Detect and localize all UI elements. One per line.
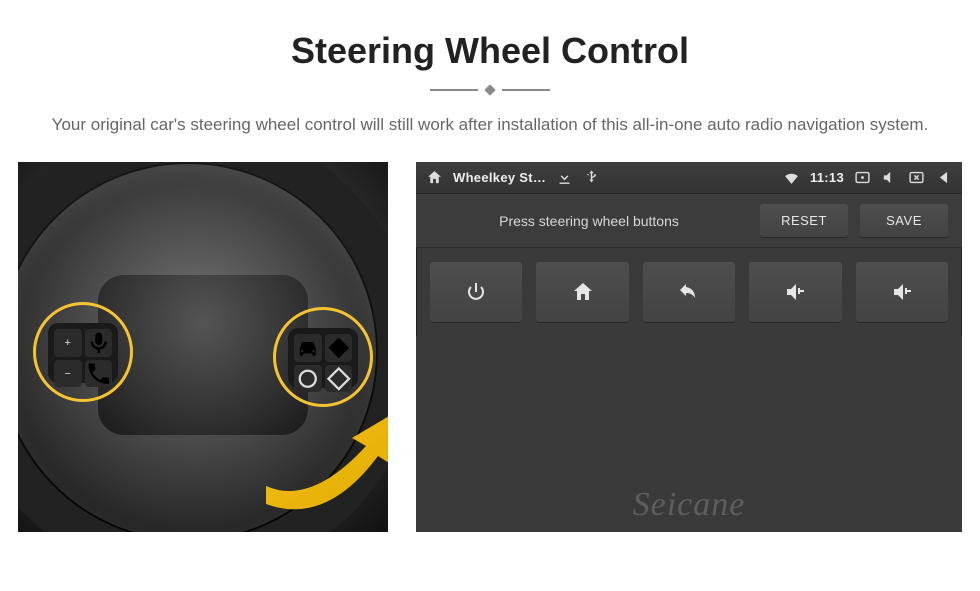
back-nav-icon[interactable] <box>935 169 952 186</box>
right-button-pad-callout <box>273 307 373 407</box>
wheelkey-function-row <box>416 248 962 336</box>
home-icon <box>571 280 595 304</box>
android-status-bar: Wheelkey St… 11:13 <box>416 162 962 194</box>
power-button[interactable] <box>430 262 522 322</box>
brand-watermark: Seicane <box>633 486 746 524</box>
home-icon[interactable] <box>426 169 443 186</box>
close-box-icon[interactable] <box>908 169 925 186</box>
status-app-name: Wheelkey St… <box>453 170 546 185</box>
steering-wheel-photo: + − <box>18 162 388 532</box>
reset-button[interactable]: RESET <box>760 204 848 237</box>
wifi-icon <box>783 169 800 186</box>
left-button-pad-callout: + − <box>33 302 133 402</box>
back-button[interactable] <box>643 262 735 322</box>
home-button[interactable] <box>536 262 628 322</box>
diamond-outline-icon <box>325 365 353 393</box>
cast-icon[interactable] <box>854 169 871 186</box>
wheelkey-body: Seicane <box>416 336 962 532</box>
circle-icon <box>294 365 322 393</box>
car-icon <box>294 334 322 362</box>
back-icon <box>677 280 701 304</box>
volume-up-icon <box>783 280 807 304</box>
status-clock: 11:13 <box>810 170 844 185</box>
toolbar-hint: Press steering wheel buttons <box>430 213 748 229</box>
volume-up-button-1[interactable] <box>749 262 841 322</box>
diamond-icon <box>325 334 353 362</box>
head-unit-screen: Wheelkey St… 11:13 Press steering wheel … <box>416 162 962 532</box>
plus-icon: + <box>54 329 82 357</box>
heading-divider <box>0 86 980 94</box>
download-icon <box>556 169 573 186</box>
phone-icon <box>85 360 113 388</box>
page-title: Steering Wheel Control <box>0 30 980 72</box>
save-button[interactable]: SAVE <box>860 204 948 237</box>
volume-up-button-2[interactable] <box>856 262 948 322</box>
minus-icon: − <box>54 360 82 388</box>
voice-icon <box>85 329 113 357</box>
usb-icon <box>583 169 600 186</box>
page-subheading: Your original car's steering wheel contr… <box>0 112 980 138</box>
volume-up-icon <box>890 280 914 304</box>
power-icon <box>464 280 488 304</box>
wheelkey-toolbar: Press steering wheel buttons RESET SAVE <box>416 194 962 248</box>
mute-icon[interactable] <box>881 169 898 186</box>
